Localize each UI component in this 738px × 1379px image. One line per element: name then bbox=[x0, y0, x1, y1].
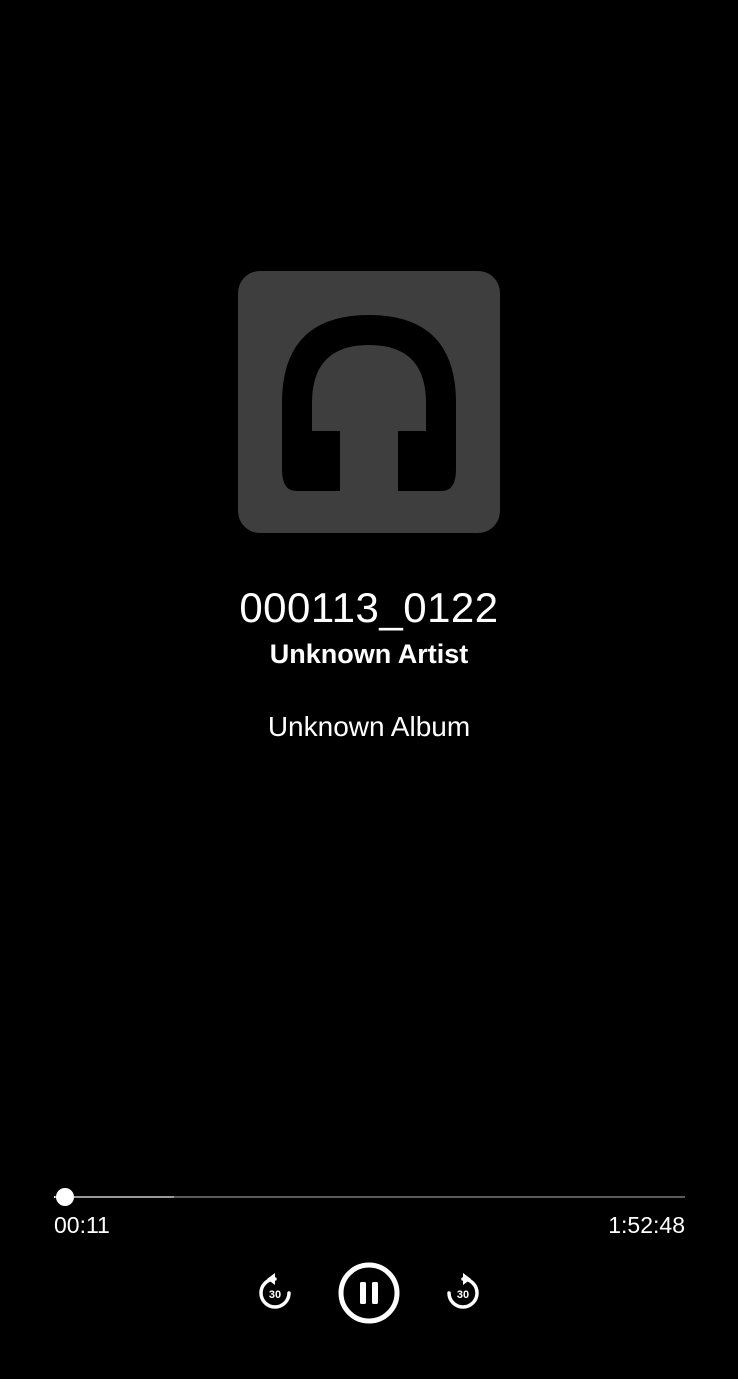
forward-30-icon: 30 bbox=[447, 1273, 479, 1309]
elapsed-time: 00:11 bbox=[54, 1212, 110, 1238]
forward-30-label: 30 bbox=[457, 1289, 469, 1301]
replay-30-icon: 30 bbox=[259, 1273, 291, 1309]
forward-30-button[interactable]: 30 bbox=[442, 1272, 484, 1314]
rewind-30-button[interactable]: 30 bbox=[254, 1272, 296, 1314]
seek-progress bbox=[54, 1196, 55, 1198]
track-artist: Unknown Artist bbox=[269, 639, 469, 669]
seek-bar[interactable] bbox=[54, 1186, 685, 1208]
album-art bbox=[238, 271, 500, 533]
pause-button[interactable] bbox=[337, 1261, 401, 1325]
headphones-icon bbox=[282, 315, 456, 491]
seek-thumb[interactable] bbox=[55, 1188, 74, 1206]
track-album: Unknown Album bbox=[267, 711, 471, 742]
total-time: 1:52:48 bbox=[608, 1212, 685, 1238]
track-title: 000113_0122 bbox=[239, 584, 499, 631]
rewind-30-label: 30 bbox=[269, 1289, 281, 1301]
pause-icon bbox=[338, 1262, 400, 1324]
